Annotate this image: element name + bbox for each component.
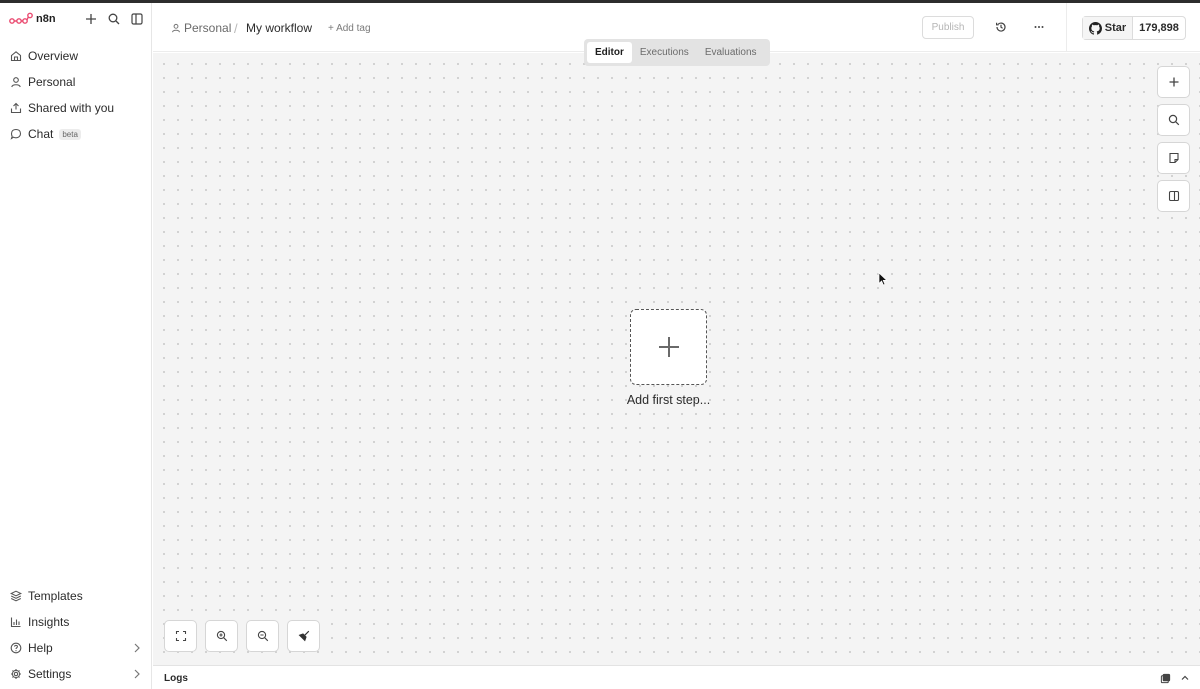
sidebar-item-chat[interactable]: Chat beta [0, 121, 152, 147]
search-button[interactable] [106, 11, 122, 27]
publish-button[interactable]: Publish [922, 16, 974, 39]
add-first-step-label: Add first step... [626, 393, 711, 407]
zoom-out-button[interactable] [246, 620, 279, 652]
create-new-button[interactable] [83, 11, 99, 27]
add-tag-link[interactable]: + Add tag [328, 23, 371, 34]
sidebar-item-insights[interactable]: Insights [0, 609, 152, 635]
github-star-count: 179,898 [1139, 22, 1179, 34]
sidebar-item-label: Insights [28, 615, 70, 629]
breadcrumb-separator: / [234, 21, 238, 36]
history-icon [996, 22, 1006, 32]
toggle-panel-button[interactable] [1157, 180, 1190, 212]
canvas-right-toolbar [1157, 66, 1190, 218]
github-star-label-box: Star [1083, 17, 1133, 39]
sidebar-toggle-icon [131, 13, 143, 25]
logs-panel-bar[interactable]: Logs [153, 665, 1200, 689]
zoom-to-fit-button[interactable] [164, 620, 197, 652]
github-star-button[interactable]: Star 179,898 [1082, 16, 1186, 40]
sidebar-item-label: Templates [28, 589, 83, 603]
sidebar-item-label: Chat [28, 127, 54, 141]
search-icon [108, 13, 120, 25]
tab-editor[interactable]: Editor [587, 42, 632, 63]
share-icon [9, 102, 22, 115]
sidebar-main-nav: Overview Personal Shared with you Chat b… [0, 43, 152, 147]
workflow-name[interactable]: My workflow [246, 21, 312, 35]
sidebar-item-templates[interactable]: Templates [0, 583, 152, 609]
expand-logs-button[interactable] [1179, 672, 1191, 684]
broom-icon [298, 630, 309, 642]
sidebar-header: n8n [0, 3, 152, 35]
chevron-right-icon [134, 669, 140, 679]
search-icon [1168, 114, 1179, 126]
sidebar-item-label: Shared with you [28, 101, 115, 115]
gear-icon [9, 668, 22, 681]
user-icon [172, 23, 180, 33]
sidebar-item-personal[interactable]: Personal [0, 69, 152, 95]
breadcrumb-project[interactable]: Personal [171, 21, 231, 35]
sidebar-item-label: Overview [28, 49, 79, 63]
chevron-up-icon [1181, 675, 1189, 680]
more-horizontal-icon [1034, 26, 1044, 28]
sidebar-bottom-nav: Templates Insights Help Settings [0, 583, 152, 687]
sticky-note-icon [1168, 152, 1179, 164]
breadcrumb-project-label: Personal [184, 21, 232, 35]
collapse-sidebar-button[interactable] [129, 11, 145, 27]
plus-icon [658, 337, 679, 357]
tab-evaluations[interactable]: Evaluations [697, 42, 765, 63]
github-star-label: Star [1104, 22, 1127, 34]
sidebar-item-overview[interactable]: Overview [0, 43, 152, 69]
sidebar: n8n Overview Personal Shared with you Ch… [0, 3, 152, 689]
zoom-out-icon [257, 630, 268, 642]
add-sticky-note-button[interactable] [1157, 142, 1190, 174]
workflow-canvas[interactable]: Editor Executions Evaluations Add first … [153, 39, 1200, 665]
view-tabs: Editor Executions Evaluations [584, 39, 770, 66]
templates-icon [9, 590, 22, 603]
sidebar-item-shared-with-you[interactable]: Shared with you [0, 95, 152, 121]
home-icon [9, 50, 22, 63]
help-icon [9, 642, 22, 655]
beta-badge: beta [59, 128, 81, 140]
user-icon [9, 76, 22, 89]
sidebar-item-label: Help [28, 641, 53, 655]
plus-icon [86, 14, 96, 24]
insights-icon [9, 616, 22, 629]
tidy-up-button[interactable] [287, 620, 320, 652]
pop-out-logs-button[interactable] [1159, 672, 1171, 684]
more-options-button[interactable] [1031, 19, 1047, 35]
logs-title: Logs [164, 673, 188, 684]
plus-icon [1169, 77, 1178, 87]
tab-executions[interactable]: Executions [632, 42, 697, 63]
mouse-pointer-icon [878, 272, 888, 286]
search-nodes-button[interactable] [1157, 104, 1190, 136]
header-divider [1066, 3, 1067, 52]
sidebar-item-label: Personal [28, 75, 76, 89]
github-icon [1088, 21, 1102, 35]
add-first-step-button[interactable] [630, 309, 707, 385]
chevron-right-icon [134, 643, 140, 653]
panel-icon [1168, 190, 1179, 202]
fit-view-icon [175, 630, 186, 642]
sidebar-item-settings[interactable]: Settings [0, 661, 152, 687]
zoom-in-icon [216, 630, 227, 642]
zoom-in-button[interactable] [205, 620, 238, 652]
n8n-logo-icon[interactable] [9, 12, 33, 26]
workflow-history-button[interactable] [993, 19, 1009, 35]
brand-name: n8n [36, 13, 56, 25]
sidebar-item-label: Settings [28, 667, 72, 681]
sidebar-item-help[interactable]: Help [0, 635, 152, 661]
add-node-button[interactable] [1157, 66, 1190, 98]
pop-out-icon [1160, 673, 1170, 683]
chat-icon [9, 128, 22, 141]
canvas-zoom-toolbar [164, 620, 328, 652]
